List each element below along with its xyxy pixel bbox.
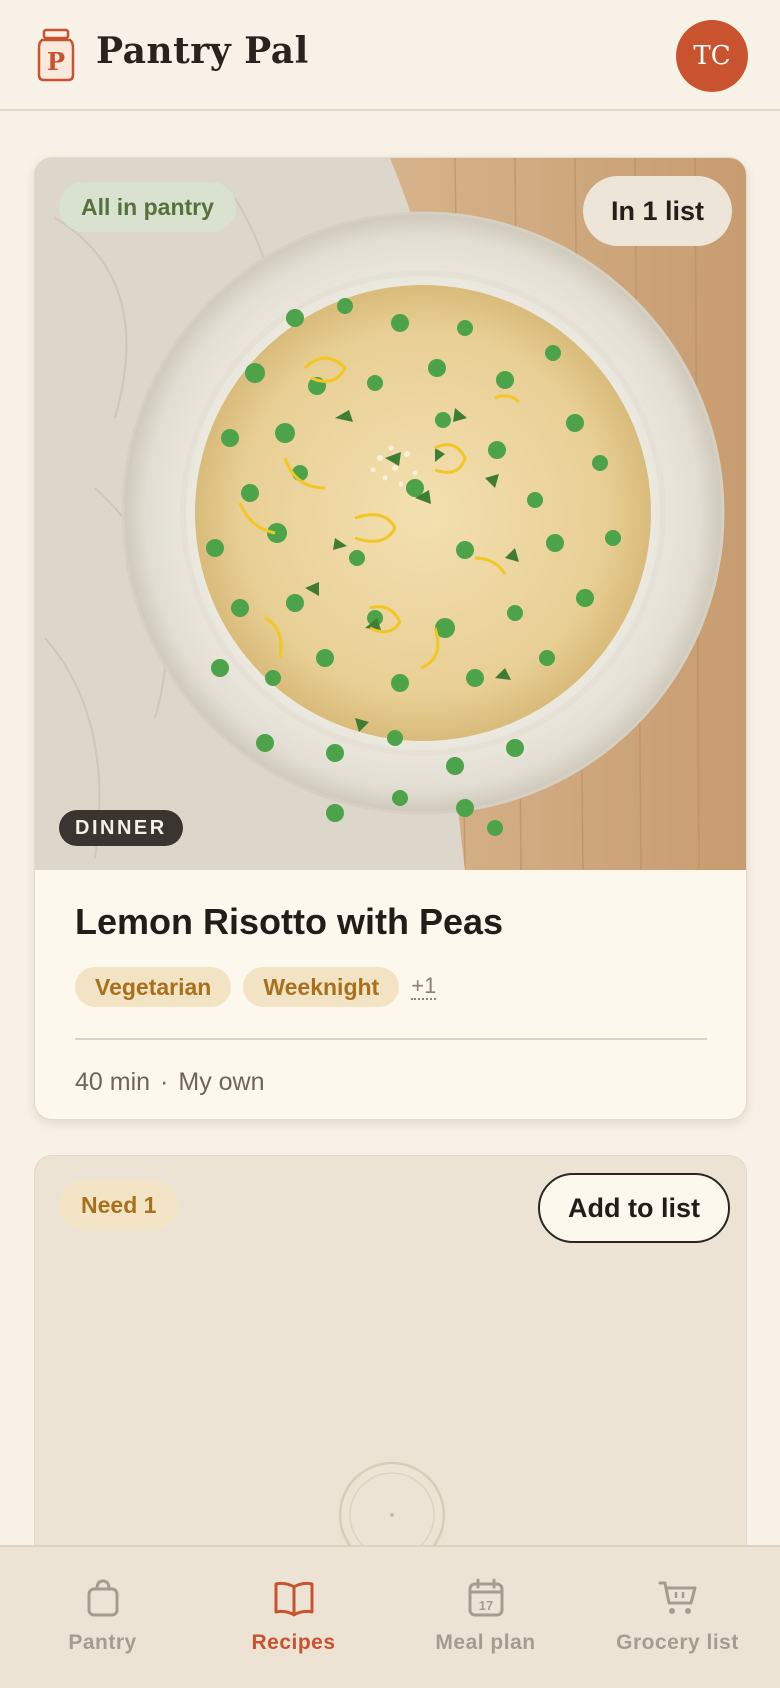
app-title: Pantry Pal (96, 30, 309, 72)
more-tags-link[interactable]: +1 (411, 974, 437, 1000)
recipe-title[interactable]: Lemon Risotto with Peas (75, 901, 503, 943)
recipe-tags: Vegetarian Weeknight +1 (75, 967, 437, 1007)
svg-text:17: 17 (478, 1598, 492, 1613)
nav-item-meal-plan[interactable]: 17 Meal plan (388, 1547, 583, 1688)
recipe-meta: 40 min · My own (75, 1068, 265, 1097)
nav-item-grocery-list[interactable]: Grocery list (580, 1547, 775, 1688)
nav-label: Pantry (68, 1631, 137, 1654)
svg-text:P: P (47, 47, 65, 76)
recipe-photo: All in pantry In 1 list DINNER (35, 158, 746, 870)
nav-item-pantry[interactable]: Pantry (5, 1547, 200, 1688)
add-to-list-button[interactable]: Add to list (538, 1173, 730, 1243)
open-book-icon (274, 1581, 313, 1617)
nav-label: Grocery list (616, 1631, 739, 1654)
app-header: P Pantry Pal TC (0, 0, 780, 111)
card-divider (75, 1038, 707, 1040)
meal-type-badge: DINNER (59, 810, 183, 846)
nav-label: Recipes (251, 1631, 336, 1654)
availability-badge: All in pantry (59, 182, 236, 232)
tag-chip: Weeknight (243, 967, 400, 1007)
recipe-card[interactable]: All in pantry In 1 list DINNER Lemon Ris… (34, 157, 747, 1120)
pantry-jar-logo-icon: P (37, 28, 75, 82)
shopping-cart-icon (658, 1581, 696, 1614)
calendar-icon: 17 (468, 1578, 503, 1617)
recipe-card-loading[interactable]: Need 1 Add to list (34, 1155, 747, 1575)
nav-item-recipes[interactable]: Recipes (196, 1547, 391, 1688)
cook-time: 40 min (75, 1068, 151, 1096)
nav-label: Meal plan (435, 1631, 536, 1654)
bottom-navigation: Pantry Recipes 17 Meal plan Grocery list (0, 1545, 780, 1688)
list-status-button[interactable]: In 1 list (582, 176, 732, 246)
recipe-source: My own (178, 1068, 265, 1096)
need-badge: Need 1 (59, 1180, 179, 1230)
tag-chip: Vegetarian (75, 967, 232, 1007)
risotto-bowl-image (35, 158, 746, 870)
shopping-bag-icon (87, 1579, 118, 1617)
meta-separator: · (160, 1068, 169, 1096)
user-avatar[interactable]: TC (676, 20, 748, 92)
